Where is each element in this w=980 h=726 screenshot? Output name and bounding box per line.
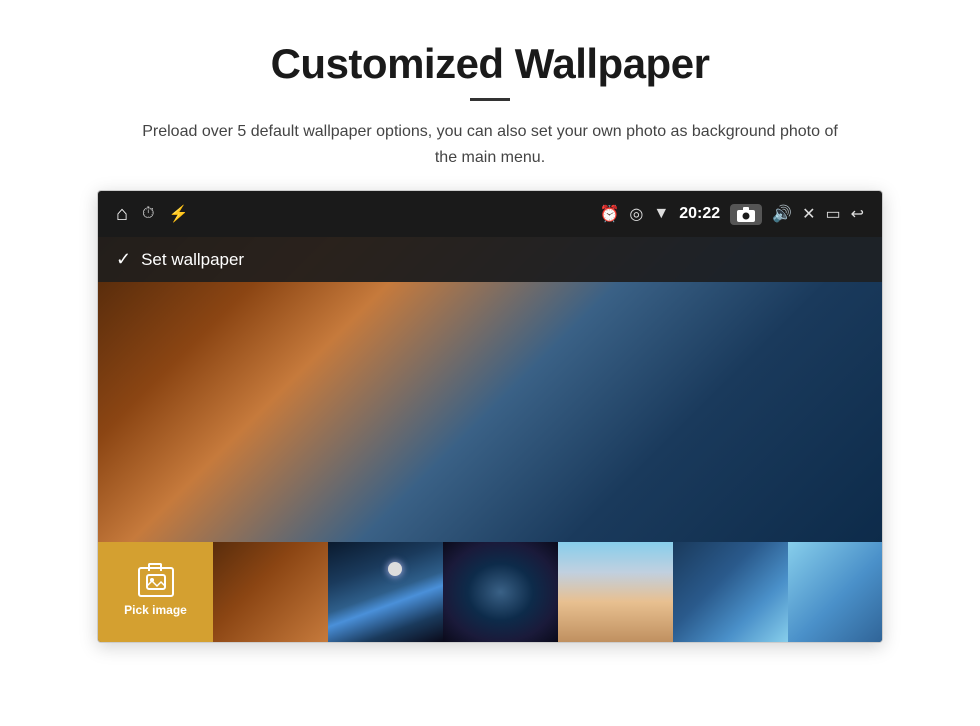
page-title: Customized Wallpaper	[271, 40, 710, 88]
wallpaper-thumb-3[interactable]	[328, 542, 443, 642]
alarm-icon: ⏰	[599, 204, 619, 224]
wallpaper-thumb-4[interactable]	[443, 542, 558, 642]
checkmark-icon: ✓	[116, 249, 131, 270]
content-area: ✓ Set wallpaper Pick image	[98, 237, 882, 642]
thumbnail-row: Pick image	[98, 542, 882, 642]
set-wallpaper-label: Set wallpaper	[141, 250, 244, 270]
page-subtitle: Preload over 5 default wallpaper options…	[130, 119, 850, 170]
pick-image-thumb[interactable]: Pick image	[98, 542, 213, 642]
status-bar-right: ⏰ ◎ ▼ 20:22 🔊 ✕ ▭ ↩	[599, 204, 864, 225]
status-time: 20:22	[679, 205, 720, 223]
wallpaper-thumb-6[interactable]	[673, 542, 788, 642]
wallpaper-thumb-7[interactable]	[788, 542, 882, 642]
wallpaper-thumb-2[interactable]	[213, 542, 328, 642]
set-wallpaper-bar: ✓ Set wallpaper	[98, 237, 882, 282]
title-divider	[470, 98, 510, 101]
status-bar-left: ⌂ ⏱ ⚡	[116, 203, 188, 226]
pick-image-label: Pick image	[124, 603, 187, 617]
wifi-icon: ▼	[653, 205, 669, 223]
home-icon[interactable]: ⌂	[116, 203, 128, 226]
wallpaper-thumb-5[interactable]	[558, 542, 673, 642]
camera-icon[interactable]	[730, 204, 762, 225]
clock-icon: ⏱	[142, 205, 154, 223]
usb-icon: ⚡	[169, 204, 189, 224]
window-icon[interactable]: ▭	[825, 204, 840, 224]
back-icon[interactable]: ↩	[851, 204, 864, 224]
location-icon: ◎	[629, 204, 643, 224]
status-bar: ⌂ ⏱ ⚡ ⏰ ◎ ▼ 20:22 🔊 ✕ ▭ ↩	[98, 191, 882, 237]
wallpaper-preview	[98, 282, 882, 542]
volume-icon[interactable]: 🔊	[772, 204, 792, 224]
pick-image-icon	[138, 567, 174, 597]
close-icon[interactable]: ✕	[802, 204, 815, 224]
android-screen: ⌂ ⏱ ⚡ ⏰ ◎ ▼ 20:22 🔊 ✕ ▭ ↩ ✓	[97, 190, 883, 643]
